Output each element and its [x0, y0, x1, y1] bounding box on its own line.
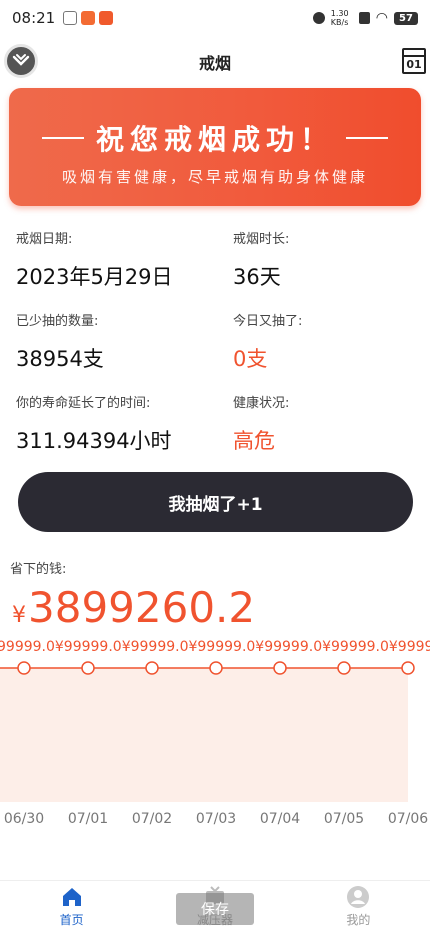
savings-value: 3899260.2	[28, 583, 256, 632]
app-notification-icon-2	[99, 11, 114, 25]
chart-point	[209, 661, 223, 675]
savings-amount: ¥ 3899260.2	[12, 583, 255, 632]
quit-date-label: 戒烟日期:	[16, 232, 73, 247]
net-speed: 1.30 KB/s	[330, 9, 349, 27]
quit-date-value: 2023年5月29日	[16, 265, 173, 289]
banner-subline: 吸烟有害健康，尽早戒烟有助身体健康	[61, 168, 368, 186]
chart-point	[401, 661, 415, 675]
chart-point	[337, 661, 351, 675]
fewer-smoked-label: 已少抽的数量:	[16, 314, 99, 329]
wifi-icon: ◠	[375, 10, 388, 26]
quit-duration-value: 36天	[233, 265, 281, 289]
nav-label-mine: 我的	[346, 913, 371, 927]
chart-x-tick-label: 07/01	[68, 811, 108, 827]
status-bar: 08:21 1.30 KB/s ◠ 57	[0, 0, 430, 36]
quit-duration-stat: 戒烟时长: 36天	[233, 228, 289, 291]
divider	[41, 137, 84, 139]
chart-point	[273, 661, 287, 675]
save-toast: 保存	[176, 893, 254, 925]
chart-area-fill	[0, 668, 408, 802]
quit-duration-label: 戒烟时长:	[233, 232, 290, 247]
chart-data-labels: 99999.0¥99999.0¥99999.0¥99999.0¥99999.0¥…	[0, 639, 430, 655]
status-time: 08:21	[12, 9, 56, 27]
top-header: 戒烟 01	[0, 40, 430, 84]
health-label: 健康状况:	[233, 396, 290, 411]
quit-date-stat: 戒烟日期: 2023年5月29日	[16, 228, 173, 291]
savings-chart: 99999.0¥99999.0¥99999.0¥99999.0¥99999.0¥…	[0, 639, 430, 827]
chart-point	[17, 661, 31, 675]
chart-x-tick-label: 07/06	[388, 811, 428, 827]
chart-x-tick-label: 06/30	[4, 811, 44, 827]
calendar-icon[interactable]: 01	[402, 48, 426, 74]
today-smoked-stat: 今日又抽了: 0支	[233, 310, 302, 373]
life-extended-label: 你的寿命延长了的时间:	[16, 396, 151, 411]
home-icon	[62, 888, 81, 906]
page-title: 戒烟	[198, 54, 231, 73]
health-value: 高危	[233, 429, 275, 453]
chart-x-tick-label: 07/05	[324, 811, 364, 827]
divider	[346, 137, 388, 139]
menu-toggle-icon[interactable]	[4, 44, 38, 78]
banner-headline-row: 祝您戒烟成功！	[9, 118, 421, 158]
today-smoked-label: 今日又抽了:	[233, 314, 303, 329]
life-extended-value: 311.94394小时	[16, 429, 172, 453]
fewer-smoked-value: 38954支	[16, 347, 104, 371]
nav-item-mine[interactable]: 我的	[287, 881, 430, 932]
banner-headline: 祝您戒烟成功！	[95, 123, 334, 156]
fewer-smoked-stat: 已少抽的数量: 38954支	[16, 310, 104, 373]
chart-x-tick-label: 07/02	[132, 811, 172, 827]
battery-icon: 57	[394, 11, 418, 25]
life-extended-stat: 你的寿命延长了的时间: 311.94394小时	[16, 392, 172, 455]
nav-item-home[interactable]: 首页	[0, 881, 143, 932]
smoked-one-button[interactable]: 我抽烟了+1	[18, 472, 413, 532]
sim-icon	[358, 12, 370, 24]
chart-x-tick-label: 07/04	[260, 811, 300, 827]
notification-icon	[63, 11, 78, 25]
status-indicators: 1.30 KB/s ◠ 57	[312, 9, 418, 27]
encouragement-banner: 祝您戒烟成功！ 吸烟有害健康，尽早戒烟有助身体健康	[9, 88, 421, 206]
today-smoked-value: 0支	[233, 347, 268, 371]
chart-point	[145, 661, 159, 675]
savings-label: 省下的钱:	[10, 562, 67, 577]
app-notification-icon	[81, 11, 96, 25]
user-icon	[347, 886, 370, 908]
health-stat: 健康状况: 高危	[233, 392, 289, 455]
currency-symbol: ¥	[12, 603, 26, 628]
chart-point	[81, 661, 95, 675]
nav-label-home: 首页	[59, 913, 84, 927]
chart-x-tick-label: 07/03	[196, 811, 236, 827]
alarm-icon	[312, 12, 325, 24]
